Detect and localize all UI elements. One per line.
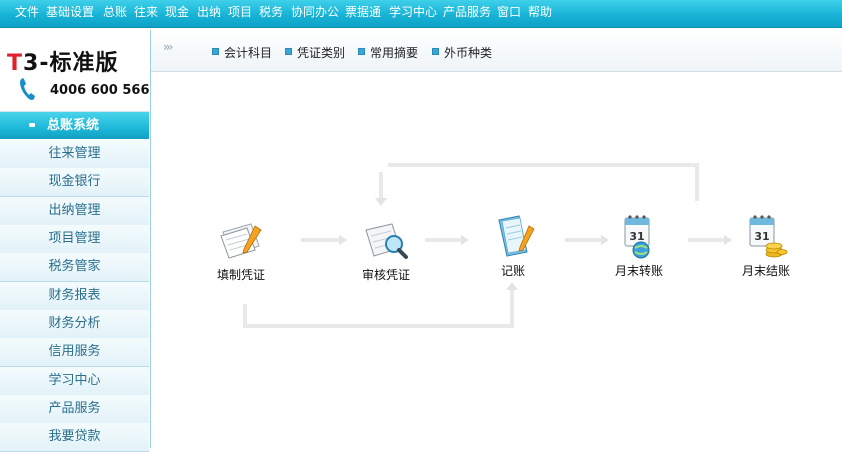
node-post-entries[interactable]: 记账 <box>473 212 553 279</box>
nav-item-tax[interactable]: 税务管家 <box>0 253 149 282</box>
bullet-icon <box>285 48 292 55</box>
nav-item-analysis[interactable]: 财务分析 <box>0 310 149 339</box>
voucher-pen-icon <box>220 223 262 259</box>
menu-tax[interactable]: 税务 <box>259 0 283 27</box>
nav-item-products[interactable]: 产品服务 <box>0 395 149 424</box>
logo-box: T3-标准版 4006 600 566 <box>0 30 150 112</box>
connector-3 <box>565 238 603 242</box>
quick-links-bar: ››› 会计科目 凭证类别 常用摘要 外币种类 <box>151 30 842 72</box>
loop-line-bottom-left <box>243 304 247 328</box>
svg-text:31: 31 <box>754 230 769 243</box>
nav-item-cash-bank[interactable]: 现金银行 <box>0 168 149 197</box>
menu-product-service[interactable]: 产品服务 <box>443 0 491 27</box>
menu-bar: 文件 基础设置 总账 往来 现金 出纳 项目 税务 协同办公 票据通 学习中心 … <box>0 0 842 28</box>
menu-window[interactable]: 窗口 <box>497 0 521 27</box>
menu-basic-settings[interactable]: 基础设置 <box>46 0 94 27</box>
menu-learning-center[interactable]: 学习中心 <box>389 0 437 27</box>
expand-arrows-icon[interactable]: ››› <box>163 40 174 54</box>
connector-4 <box>688 238 726 242</box>
nav-item-reports[interactable]: 财务报表 <box>0 282 149 311</box>
link-currency-types[interactable]: 外币种类 <box>432 44 492 60</box>
link-voucher-types[interactable]: 凭证类别 <box>285 44 345 60</box>
nav-item-learning[interactable]: 学习中心 <box>0 367 149 396</box>
node-month-end-close[interactable]: 31 月末结账 <box>726 212 806 279</box>
menu-collaboration[interactable]: 协同办公 <box>291 0 339 27</box>
workflow-diagram: 填制凭证 审核凭证 记账 31 月末转账 31 月末结账 <box>151 72 842 448</box>
phone-icon <box>20 78 35 100</box>
nav-item-credit[interactable]: 信用服务 <box>0 338 149 367</box>
calendar-globe-icon: 31 <box>624 215 650 259</box>
nav-item-receivables[interactable]: 往来管理 <box>0 140 149 169</box>
menu-cash[interactable]: 现金 <box>165 0 189 27</box>
hotline-number: 4006 600 566 <box>50 83 150 98</box>
arrow-down-icon <box>375 198 387 206</box>
arrow-up-icon <box>506 282 518 290</box>
bullet-icon <box>358 48 365 55</box>
left-panel: T3-标准版 4006 600 566 总账系统 往来管理 现金银行 出纳管理 … <box>0 30 151 452</box>
loop-line-top <box>388 163 697 167</box>
nav-item-cashier[interactable]: 出纳管理 <box>0 197 149 226</box>
arrow-right-icon <box>461 235 469 245</box>
ledger-book-icon <box>498 215 535 257</box>
menu-general-ledger[interactable]: 总账 <box>103 0 127 27</box>
nav-header-general-ledger[interactable]: 总账系统 <box>0 112 149 139</box>
svg-text:31: 31 <box>629 230 644 243</box>
bullet-icon <box>432 48 439 55</box>
link-account-subjects[interactable]: 会计科目 <box>212 44 272 60</box>
nav-item-project[interactable]: 项目管理 <box>0 225 149 254</box>
loop-line-bottom-right <box>510 290 514 328</box>
node-month-end-transfer[interactable]: 31 月末转账 <box>599 212 679 279</box>
loop-line-bottom <box>243 324 511 328</box>
connector-1 <box>301 238 341 242</box>
loop-line-top-right <box>695 163 699 201</box>
node-fill-voucher[interactable]: 填制凭证 <box>201 216 281 283</box>
collapse-icon <box>29 123 35 127</box>
menu-help[interactable]: 帮助 <box>528 0 552 27</box>
menu-bills[interactable]: 票据通 <box>345 0 381 27</box>
link-common-summaries[interactable]: 常用摘要 <box>358 44 418 60</box>
menu-file[interactable]: 文件 <box>15 0 39 27</box>
menu-cashier[interactable]: 出纳 <box>197 0 221 27</box>
bullet-icon <box>212 48 219 55</box>
voucher-magnifier-icon <box>365 223 408 259</box>
node-audit-voucher[interactable]: 审核凭证 <box>346 216 426 283</box>
connector-2 <box>425 238 463 242</box>
calendar-coins-icon: 31 <box>749 215 788 258</box>
menu-project[interactable]: 项目 <box>228 0 252 27</box>
brand-logo: T3-标准版 <box>7 51 119 76</box>
menu-transactions[interactable]: 往来 <box>134 0 158 27</box>
